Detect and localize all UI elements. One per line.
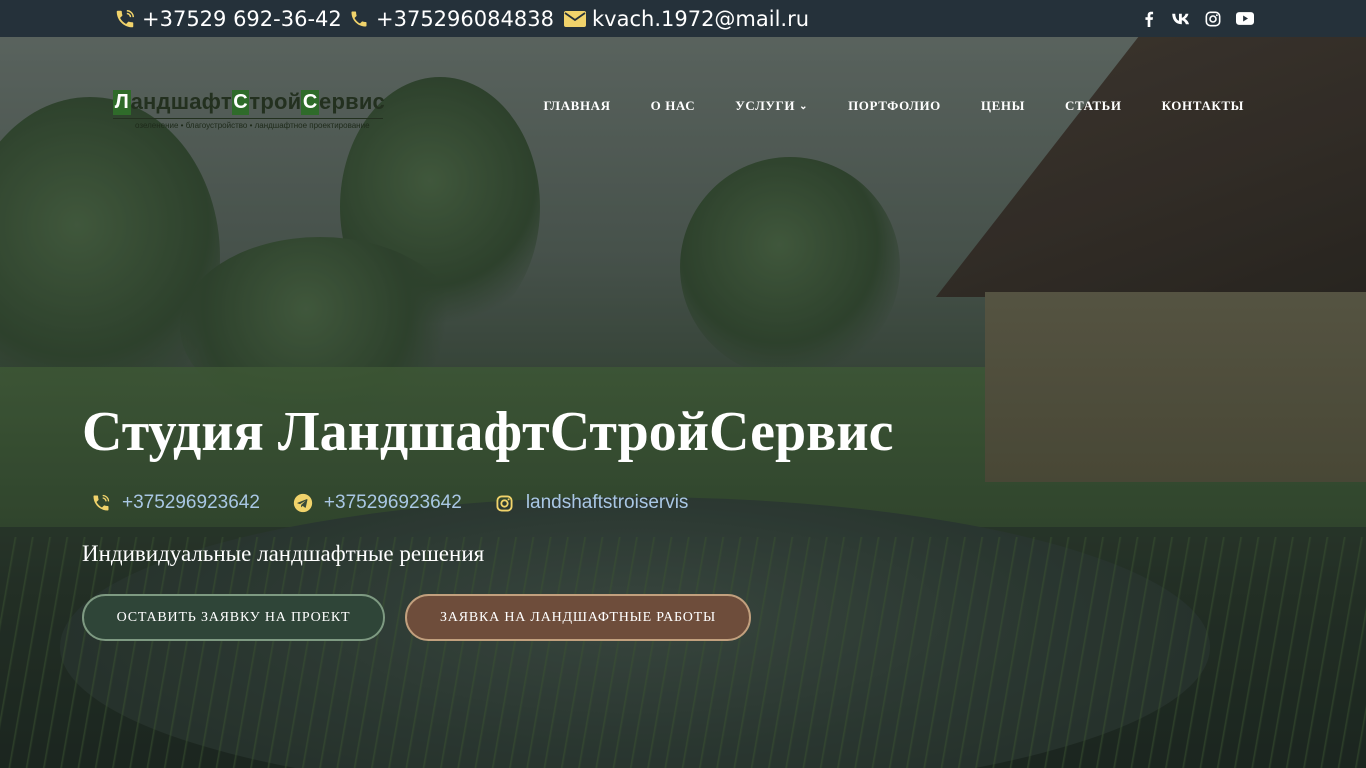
telegram-icon bbox=[292, 492, 314, 514]
hero-subtitle: Индивидуальные ландшафтные решения bbox=[82, 541, 485, 566]
logo-cap-2: С bbox=[231, 89, 250, 115]
logo-tagline: озеленение • благоустройство • ландшафтн… bbox=[135, 121, 370, 130]
nav-home[interactable]: ГЛАВНАЯ bbox=[524, 96, 631, 116]
logo-part-2: трой bbox=[249, 89, 302, 114]
nav-contacts[interactable]: КОНТАКТЫ bbox=[1142, 96, 1264, 116]
logo-underline bbox=[113, 118, 383, 119]
nav-portfolio[interactable]: ПОРТФОЛИО bbox=[828, 96, 961, 116]
phone-icon bbox=[346, 6, 372, 32]
phone-1-text: +37529 692-36-42 bbox=[142, 6, 342, 31]
logo-wordmark: Л андшафт С трой С ервис bbox=[113, 89, 385, 115]
phone-link-1[interactable]: +37529 692-36-42 bbox=[112, 0, 342, 37]
hero-contact-links: +375296923642 +375296923642 landshaftstr… bbox=[90, 488, 720, 518]
instagram-handle: landshaftstroiservis bbox=[525, 492, 689, 513]
phone-link-2[interactable]: +375296084838 bbox=[346, 0, 554, 37]
top-contact-bar: +37529 692-36-42 +375296084838 kvach.197… bbox=[0, 0, 1366, 37]
facebook-icon[interactable] bbox=[1140, 10, 1158, 28]
viber-number: +375296923642 bbox=[122, 492, 260, 513]
viber-link[interactable]: +375296923642 bbox=[90, 492, 260, 514]
main-navigation: ГЛАВНАЯ О НАС УСЛУГИ ⌄ ПОРТФОЛИО ЦЕНЫ СТА… bbox=[524, 96, 1265, 116]
instagram-link[interactable]: landshaftstroiservis bbox=[494, 492, 689, 514]
logo-part-3: ервис bbox=[319, 89, 385, 114]
instagram-icon bbox=[494, 492, 516, 514]
social-links bbox=[1140, 0, 1254, 37]
phone-2-text: +375296084838 bbox=[376, 6, 554, 31]
vk-icon[interactable] bbox=[1172, 10, 1190, 28]
phone-call-icon bbox=[112, 6, 138, 32]
youtube-icon[interactable] bbox=[1236, 10, 1254, 28]
nav-about[interactable]: О НАС bbox=[631, 96, 716, 116]
hero-title: Студия ЛандшафтСтройСервис bbox=[82, 401, 894, 463]
logo-part-1: андшафт bbox=[130, 89, 232, 114]
site-logo[interactable]: Л андшафт С трой С ервис озеленение • бл… bbox=[113, 89, 385, 139]
envelope-icon bbox=[562, 6, 588, 32]
email-link[interactable]: kvach.1972@mail.ru bbox=[562, 0, 809, 37]
logo-cap-1: Л bbox=[113, 89, 131, 115]
email-text: kvach.1972@mail.ru bbox=[592, 6, 810, 31]
chevron-down-icon: ⌄ bbox=[799, 100, 809, 112]
telegram-number: +375296923642 bbox=[323, 492, 462, 513]
viber-phone-icon bbox=[90, 492, 112, 514]
request-works-button[interactable]: ЗАЯВКА НА ЛАНДШАФТНЫЕ РАБОТЫ bbox=[405, 594, 751, 641]
nav-articles[interactable]: СТАТЬИ bbox=[1045, 96, 1142, 116]
telegram-link[interactable]: +375296923642 bbox=[292, 492, 462, 514]
request-project-button[interactable]: ОСТАВИТЬ ЗАЯВКУ НА ПРОЕКТ bbox=[82, 594, 385, 641]
nav-services[interactable]: УСЛУГИ ⌄ bbox=[715, 96, 828, 116]
instagram-icon[interactable] bbox=[1204, 10, 1222, 28]
nav-prices[interactable]: ЦЕНЫ bbox=[961, 96, 1045, 116]
logo-cap-3: С bbox=[301, 89, 320, 115]
